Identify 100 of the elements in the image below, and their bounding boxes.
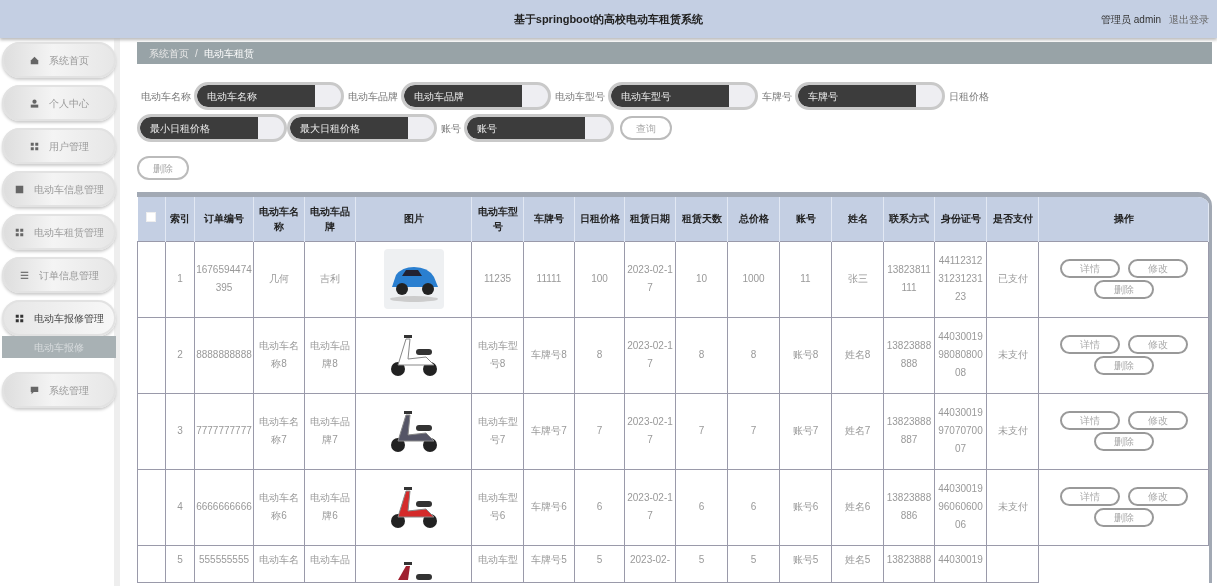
sidebar-item[interactable]: 电动车报修管理	[2, 300, 116, 336]
search-field[interactable]: 最小日租价格	[137, 114, 287, 142]
sidebar-item[interactable]: 订单信息管理	[2, 257, 116, 293]
search-field[interactable]: 账号	[464, 114, 614, 142]
table-cell: 姓名6	[831, 469, 884, 545]
table-cell: 账号6	[779, 469, 832, 545]
breadcrumb-item: 电动车租赁	[203, 46, 254, 61]
search-field[interactable]: 电动车型号	[608, 82, 758, 110]
table-cell: 1	[165, 241, 195, 317]
table-cell: 13823888887	[883, 393, 935, 469]
table-cell: 6	[727, 469, 780, 545]
column-header: 操作	[1038, 197, 1209, 241]
table-cell: 几何	[253, 241, 305, 317]
list-icon	[19, 270, 29, 280]
column-header: 租赁日期	[624, 197, 676, 241]
delete-button[interactable]: 删除	[1093, 280, 1154, 299]
search-button[interactable]: 查询	[620, 116, 672, 140]
table-cell: 电动车型号8	[471, 317, 524, 393]
table-cell: 2023-02-	[624, 545, 676, 582]
table-cell: 账号8	[779, 317, 832, 393]
column-header: 电动车名称	[253, 197, 305, 241]
search-field[interactable]: 电动车名称	[194, 82, 344, 110]
delete-button[interactable]: 删除	[1093, 356, 1154, 375]
sidebar-item[interactable]: 用户管理	[2, 128, 116, 164]
table-cell: 11235	[471, 241, 524, 317]
search-field[interactable]: 电动车品牌	[401, 82, 551, 110]
sidebar-item[interactable]: 个人中心	[2, 85, 116, 121]
column-header: 电动车型号	[471, 197, 524, 241]
app-title: 基于springboot的高校电动车租赁系统	[513, 11, 704, 27]
table-cell: 555555555	[194, 545, 254, 582]
field-label: 电动车型号	[555, 89, 605, 104]
logout-link[interactable]: 退出登录	[1169, 12, 1209, 27]
details-button[interactable]: 详情	[1059, 259, 1120, 278]
table-cell: 车牌号8	[523, 317, 575, 393]
field-label: 电动车品牌	[348, 89, 398, 104]
table-cell: 2023-02-17	[624, 393, 676, 469]
table-cell: 7	[727, 393, 780, 469]
column-header: 姓名	[831, 197, 884, 241]
table-cell: 电动车名称6	[253, 469, 305, 545]
field-label: 账号	[441, 121, 461, 136]
breadcrumb-item[interactable]: 系统首页	[149, 45, 189, 61]
sidebar-item[interactable]: 系统首页	[2, 42, 116, 78]
grid-icon	[29, 141, 39, 151]
table-cell: 100	[574, 241, 625, 317]
table-cell: 2	[165, 317, 195, 393]
table-cell: 11	[779, 241, 832, 317]
table-cell: 姓名8	[831, 317, 884, 393]
table-cell: 440300199606060006	[934, 469, 987, 545]
select-all-checkbox[interactable]	[146, 212, 157, 223]
column-header: 索引	[165, 197, 195, 241]
sidebar-item[interactable]: 电动车信息管理	[2, 171, 116, 207]
table-cell: 13823888	[883, 545, 935, 582]
table-cell: 电动车型	[471, 545, 524, 582]
search-field[interactable]: 车牌号	[795, 82, 945, 110]
table-cell: 5	[675, 545, 728, 582]
table-cell: 440300199808080008	[934, 317, 987, 393]
delete-button[interactable]: 删除	[1093, 508, 1154, 527]
delete-button[interactable]: 删除	[1093, 432, 1154, 451]
user-label: 管理员 admin	[1101, 13, 1161, 27]
column-header: 总价格	[727, 197, 780, 241]
table-cell: 账号5	[779, 545, 832, 582]
table-cell: 姓名5	[831, 545, 884, 582]
edit-button[interactable]: 修改	[1127, 411, 1188, 430]
table-cell: 账号7	[779, 393, 832, 469]
table-cell: 已支付	[986, 241, 1039, 317]
details-button[interactable]: 详情	[1059, 411, 1120, 430]
table-cell: 张三	[831, 241, 884, 317]
sidebar-item[interactable]: 系统管理	[2, 372, 116, 408]
column-header: 电动车品牌	[304, 197, 356, 241]
column-header: 车牌号	[523, 197, 575, 241]
search-field[interactable]: 最大日租价格	[287, 114, 437, 142]
table-cell: 电动车品牌7	[304, 393, 356, 469]
chat-icon	[29, 385, 39, 395]
table-cell: 未支付	[986, 469, 1039, 545]
table-cell: 2023-02-17	[624, 469, 676, 545]
delete-button[interactable]: 删除	[137, 156, 189, 180]
separator: /	[195, 46, 198, 61]
table-cell: 姓名7	[831, 393, 884, 469]
table-cell: 8	[727, 317, 780, 393]
table-cell: 1676594474395	[194, 241, 254, 317]
table-cell: 电动车品	[304, 545, 356, 582]
table-cell: 2023-02-17	[624, 317, 676, 393]
table-cell: 44030019	[934, 545, 987, 582]
table-cell: 车牌号5	[523, 545, 575, 582]
column-header: 图片	[355, 197, 472, 241]
sidebar-item[interactable]: 电动车租赁管理	[2, 214, 116, 250]
table-cell: 吉利	[304, 241, 356, 317]
table-cell: 8	[675, 317, 728, 393]
table-cell: 11111	[523, 241, 575, 317]
edit-button[interactable]: 修改	[1127, 335, 1188, 354]
details-button[interactable]: 详情	[1059, 335, 1120, 354]
edit-button[interactable]: 修改	[1127, 487, 1188, 506]
table-cell: 未支付	[986, 317, 1039, 393]
grid-icon	[14, 313, 24, 323]
table-cell: 电动车品牌8	[304, 317, 356, 393]
table-cell: 440300199707070007	[934, 393, 987, 469]
details-button[interactable]: 详情	[1059, 487, 1120, 506]
table-cell: 车牌号7	[523, 393, 575, 469]
table-cell: 车牌号6	[523, 469, 575, 545]
edit-button[interactable]: 修改	[1127, 259, 1188, 278]
